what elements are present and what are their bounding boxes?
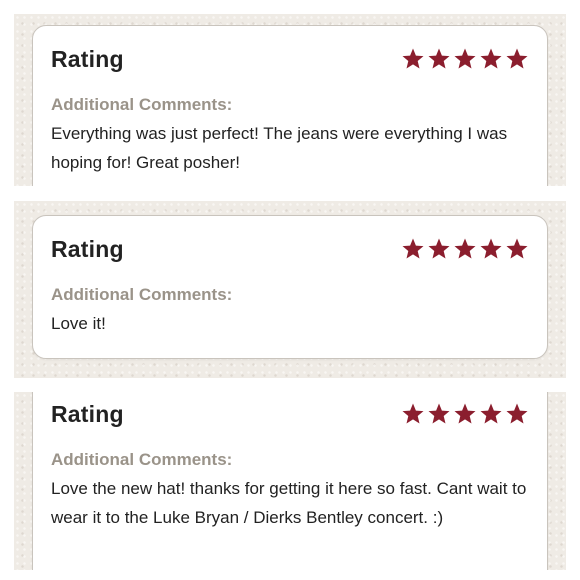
star-icon: [401, 402, 425, 426]
review-panel-2: Rating Additional Comments: Love it!: [14, 201, 566, 378]
rating-row: Rating: [51, 399, 529, 429]
rating-title: Rating: [51, 400, 124, 427]
star-icon: [453, 402, 477, 426]
star-icon: [401, 47, 425, 71]
comment-text: Everything was just perfect! The jeans w…: [51, 124, 508, 172]
comments-label: Additional Comments:: [51, 95, 233, 114]
star-icon: [401, 237, 425, 261]
comments-label: Additional Comments:: [51, 450, 233, 469]
rating-row: Rating: [51, 44, 529, 74]
comments-label: Additional Comments:: [51, 285, 233, 304]
review-card-1: Rating Additional Comments: Everything w…: [32, 25, 548, 186]
review-card-3: Rating Additional Comments: Love the new…: [32, 392, 548, 570]
star-icon: [505, 402, 529, 426]
review-card-2: Rating Additional Comments: Love it!: [32, 215, 548, 359]
star-icon: [453, 47, 477, 71]
star-rating: [401, 237, 529, 261]
star-icon: [479, 47, 503, 71]
star-icon: [427, 402, 451, 426]
review-panel-1: Rating Additional Comments: Everything w…: [14, 14, 566, 186]
star-icon: [505, 47, 529, 71]
star-icon: [427, 47, 451, 71]
comment-text: Love the new hat! thanks for getting it …: [51, 479, 527, 527]
rating-title: Rating: [51, 45, 124, 72]
star-rating: [401, 47, 529, 71]
comment-text: Love it!: [51, 314, 106, 333]
star-icon: [453, 237, 477, 261]
review-panel-3: Rating Additional Comments: Love the new…: [14, 392, 566, 570]
star-rating: [401, 402, 529, 426]
star-icon: [427, 237, 451, 261]
rating-row: Rating: [51, 234, 529, 264]
star-icon: [479, 402, 503, 426]
star-icon: [479, 237, 503, 261]
star-icon: [505, 237, 529, 261]
rating-title: Rating: [51, 235, 124, 262]
